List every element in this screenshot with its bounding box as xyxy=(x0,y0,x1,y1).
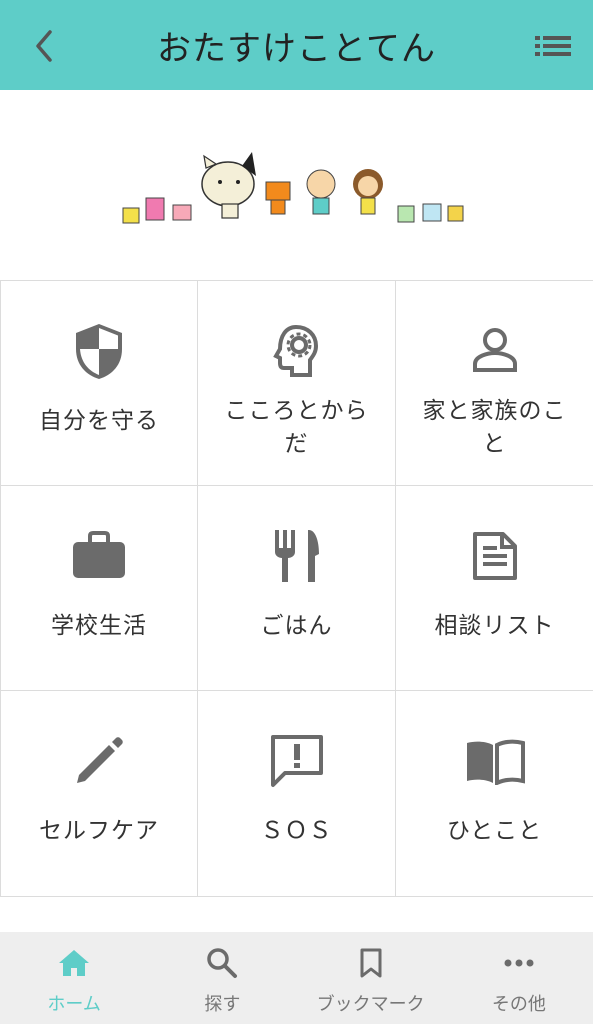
category-label: ＳＯＳ xyxy=(260,818,333,844)
category-label: こころとからだ xyxy=(224,398,369,457)
menu-button[interactable] xyxy=(533,28,573,64)
alert-message-icon xyxy=(265,729,329,793)
page-title: おたすけことてん xyxy=(157,28,436,69)
category-label: ひとこと xyxy=(446,818,543,844)
category-consultation-list[interactable]: 相談リスト xyxy=(396,486,593,691)
category-school-life[interactable]: 学校生活 xyxy=(0,486,198,691)
tab-more[interactable]: その他 xyxy=(445,932,593,1024)
banner xyxy=(0,90,593,280)
category-grid: 自分を守る こころとからだ 家と家族のこと 学校生活 ごはん 相談リスト セルフ… xyxy=(0,280,593,897)
category-mind-body[interactable]: こころとからだ xyxy=(198,281,396,486)
document-icon xyxy=(463,524,527,588)
person-icon xyxy=(463,319,527,383)
characters-illustration xyxy=(122,152,464,224)
app-header: おたすけことてん xyxy=(0,0,593,90)
tab-label: その他 xyxy=(491,994,546,1015)
category-label: 家と家族のこと xyxy=(422,398,567,457)
category-label: ごはん xyxy=(260,613,333,639)
bookmark-icon xyxy=(353,946,389,980)
category-self-protect[interactable]: 自分を守る xyxy=(0,281,198,486)
back-button[interactable] xyxy=(26,26,62,66)
category-label: 相談リスト xyxy=(434,613,555,639)
category-label: 自分を守る xyxy=(39,408,159,434)
bottom-tab-bar: ホーム 探す ブックマーク その他 xyxy=(0,932,593,1024)
head-gear-icon xyxy=(265,319,329,383)
more-icon xyxy=(501,946,537,980)
category-self-care[interactable]: セルフケア xyxy=(0,691,198,897)
search-icon xyxy=(204,946,240,980)
chevron-left-icon xyxy=(36,30,52,62)
tab-label: ブックマーク xyxy=(316,994,425,1015)
briefcase-icon xyxy=(67,524,131,588)
category-label: 学校生活 xyxy=(51,613,147,639)
tab-label: ホーム xyxy=(47,994,101,1015)
category-sos[interactable]: ＳＯＳ xyxy=(198,691,396,897)
tab-bookmark[interactable]: ブックマーク xyxy=(297,932,445,1024)
pencil-icon xyxy=(67,729,131,793)
home-icon xyxy=(56,946,92,980)
category-label: セルフケア xyxy=(39,818,159,844)
list-icon xyxy=(535,36,571,56)
category-hitokoto[interactable]: ひとこと xyxy=(396,691,593,897)
category-meals[interactable]: ごはん xyxy=(198,486,396,691)
fork-knife-icon xyxy=(265,524,329,588)
tab-search[interactable]: 探す xyxy=(148,932,296,1024)
tab-label: 探す xyxy=(204,994,241,1015)
open-book-icon xyxy=(463,729,527,793)
category-home-family[interactable]: 家と家族のこと xyxy=(396,281,593,486)
shield-icon xyxy=(67,319,131,383)
tab-home[interactable]: ホーム xyxy=(0,932,148,1024)
